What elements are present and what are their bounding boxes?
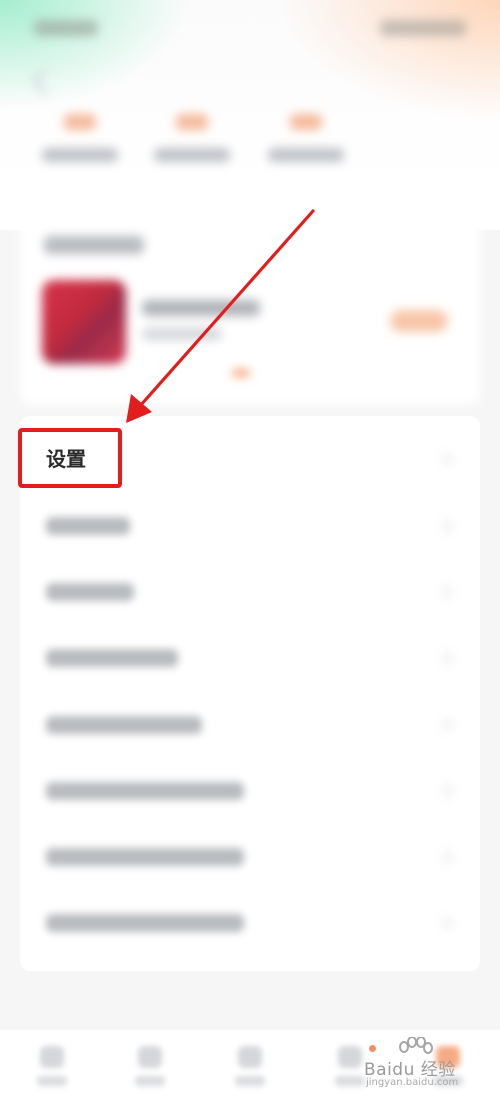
- nav-tab-label: [235, 1076, 265, 1086]
- chevron-right-icon: [437, 451, 453, 467]
- promo-card[interactable]: [20, 210, 480, 405]
- stat-count: [64, 114, 96, 130]
- menu-item[interactable]: [20, 559, 480, 625]
- menu-item[interactable]: [20, 824, 480, 890]
- menu-item-label: [46, 914, 244, 932]
- settings-highlight-box: [18, 428, 122, 488]
- chevron-right-icon: [437, 518, 453, 534]
- stats-row: [30, 108, 370, 178]
- status-indicators: [380, 20, 466, 36]
- nav-tab[interactable]: [22, 1040, 82, 1096]
- status-time: [34, 20, 98, 36]
- stat-item[interactable]: [30, 108, 130, 178]
- settings-menu: 设置: [20, 416, 480, 971]
- nav-tab-icon: [40, 1046, 64, 1068]
- promo-section-title: [44, 236, 144, 254]
- chevron-right-icon: [437, 783, 453, 799]
- carousel-indicator: [232, 370, 250, 376]
- chevron-right-icon: [437, 584, 453, 600]
- stat-item[interactable]: [142, 108, 242, 178]
- status-bar: [0, 0, 500, 60]
- nav-tab-label: [135, 1076, 165, 1086]
- menu-item-label: [46, 649, 178, 667]
- promo-app-description: [142, 328, 222, 340]
- nav-tab-icon: [338, 1046, 362, 1068]
- stat-count: [176, 114, 208, 130]
- stat-label: [268, 148, 344, 162]
- menu-item[interactable]: [20, 625, 480, 691]
- nav-tab-icon: [138, 1046, 162, 1068]
- menu-item-label: [46, 848, 244, 866]
- menu-item-label: [46, 716, 202, 734]
- stat-count: [290, 114, 322, 130]
- nav-tab-label: [335, 1076, 365, 1086]
- menu-item[interactable]: [20, 692, 480, 758]
- menu-item[interactable]: [20, 890, 480, 956]
- menu-item[interactable]: [20, 758, 480, 824]
- nav-tab[interactable]: [120, 1040, 180, 1096]
- promo-app-name: [142, 300, 260, 316]
- stat-item[interactable]: [256, 108, 356, 178]
- baidu-jingyan-watermark: Baidu 经验 jingyan.baidu.com: [364, 1035, 494, 1095]
- menu-item-label: [46, 782, 244, 800]
- menu-item-label: [46, 517, 130, 535]
- menu-item[interactable]: [20, 493, 480, 559]
- chevron-right-icon: [437, 650, 453, 666]
- nav-tab[interactable]: [220, 1040, 280, 1096]
- promo-action-button[interactable]: [390, 310, 448, 332]
- menu-item-label: [46, 583, 134, 601]
- chevron-right-icon: [437, 849, 453, 865]
- stat-label: [154, 148, 230, 162]
- chevron-right-icon: [437, 915, 453, 931]
- stat-label: [42, 148, 118, 162]
- promo-app-thumbnail[interactable]: [42, 280, 126, 364]
- nav-tab-icon: [238, 1046, 262, 1068]
- watermark-url: jingyan.baidu.com: [366, 1077, 459, 1088]
- chevron-right-icon: [437, 717, 453, 733]
- nav-tab-label: [37, 1076, 67, 1086]
